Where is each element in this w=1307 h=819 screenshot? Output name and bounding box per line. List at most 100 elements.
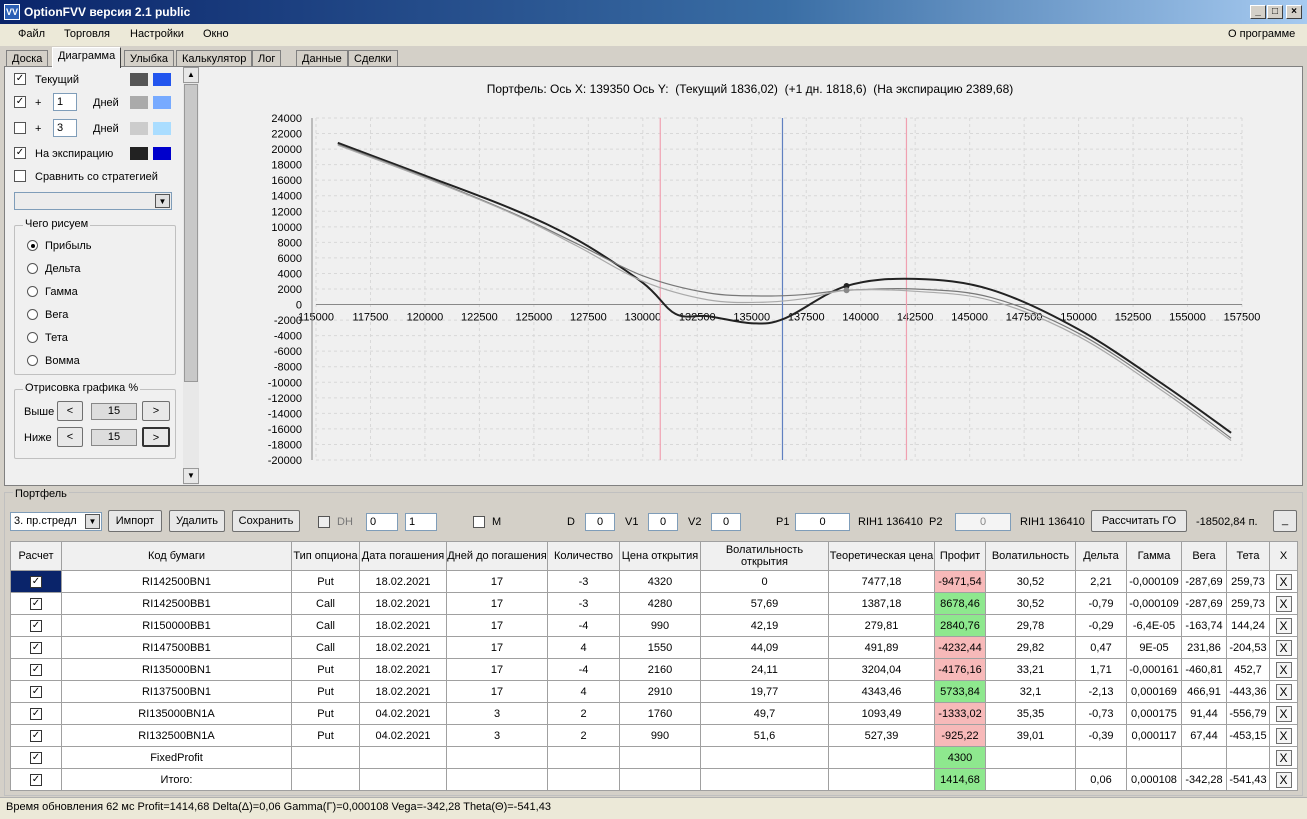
table-cell[interactable]: 2,21 <box>1075 570 1127 593</box>
column-header[interactable]: Дельта <box>1075 541 1127 571</box>
table-cell[interactable]: -460,81 <box>1181 658 1227 681</box>
table-cell[interactable]: -453,15 <box>1226 724 1270 747</box>
plus3-checkbox[interactable] <box>14 122 26 134</box>
table-cell[interactable]: 5733,84 <box>934 680 986 703</box>
table-row[interactable]: ✓ RI142500BB1 Call 18.02.2021 17 -3 4280 57,69 1… <box>10 592 1298 615</box>
table-row[interactable]: ✓ RI135000BN1A Put 04.02.2021 3 2 1760 49,7 1093… <box>10 702 1298 725</box>
table-cell[interactable]: -0,39 <box>1075 724 1127 747</box>
calc-checkbox[interactable]: ✓ <box>30 752 42 764</box>
table-cell[interactable]: -4 <box>547 614 620 637</box>
menu-file[interactable]: Файл <box>18 28 45 40</box>
table-cell[interactable]: 1760 <box>619 702 701 725</box>
table-row[interactable]: ✓ FixedProfit 4300 X <box>10 746 1298 769</box>
table-cell[interactable]: Итого: <box>61 768 292 791</box>
table-row[interactable]: ✓ RI132500BN1A Put 04.02.2021 3 2 990 51,6 527,3… <box>10 724 1298 747</box>
table-cell[interactable]: 0,000117 <box>1126 724 1182 747</box>
radio-profit[interactable] <box>27 240 38 251</box>
p2-input[interactable]: 0 <box>955 513 1011 531</box>
table-cell[interactable]: -0,79 <box>1075 592 1127 615</box>
table-cell[interactable] <box>985 746 1076 769</box>
calculate-margin-button[interactable]: Рассчитать ГО <box>1091 510 1187 532</box>
table-cell[interactable]: 18.02.2021 <box>359 658 447 681</box>
remove-cell[interactable]: X <box>1269 614 1298 637</box>
delete-button[interactable]: Удалить <box>169 510 225 532</box>
table-cell[interactable]: Call <box>291 614 360 637</box>
remove-cell[interactable]: X <box>1269 724 1298 747</box>
table-cell[interactable]: RI142500BB1 <box>61 592 292 615</box>
radio-gamma[interactable] <box>27 286 38 297</box>
calc-checkbox[interactable]: ✓ <box>30 598 42 610</box>
calc-cell[interactable]: ✓ <box>10 724 62 747</box>
table-cell[interactable] <box>291 768 360 791</box>
table-cell[interactable]: 39,01 <box>985 724 1076 747</box>
above-increase-button[interactable]: > <box>142 401 170 421</box>
table-cell[interactable] <box>828 746 935 769</box>
table-cell[interactable] <box>985 768 1076 791</box>
strategy-select[interactable]: 3. пр.стредл ▼ <box>10 512 102 531</box>
remove-row-button[interactable]: X <box>1275 727 1292 744</box>
table-cell[interactable] <box>359 768 447 791</box>
calc-checkbox[interactable]: ✓ <box>30 774 42 786</box>
settings-scrollbar[interactable]: ▲ ▼ <box>183 67 199 485</box>
table-cell[interactable]: 49,7 <box>700 702 829 725</box>
table-cell[interactable] <box>1126 746 1182 769</box>
table-cell[interactable]: RI147500BB1 <box>61 636 292 659</box>
m-checkbox[interactable] <box>473 516 485 528</box>
positions-table[interactable]: Расчет Код бумаги Тип опциона Дата погашени… <box>10 541 1298 791</box>
above-value[interactable]: 15 <box>91 403 137 420</box>
table-cell[interactable]: 17 <box>446 614 548 637</box>
calc-checkbox[interactable]: ✓ <box>30 642 42 654</box>
table-cell[interactable]: Put <box>291 724 360 747</box>
table-cell[interactable]: -342,28 <box>1181 768 1227 791</box>
table-cell[interactable]: 0,06 <box>1075 768 1127 791</box>
table-row[interactable]: ✓ RI150000BB1 Call 18.02.2021 17 -4 990 42,19 27… <box>10 614 1298 637</box>
table-cell[interactable]: -1333,02 <box>934 702 986 725</box>
column-header[interactable]: Профит <box>934 541 986 571</box>
chevron-down-icon[interactable]: ▼ <box>155 194 170 208</box>
column-header[interactable]: Код бумаги <box>61 541 292 571</box>
table-cell[interactable]: Put <box>291 680 360 703</box>
table-cell[interactable]: Put <box>291 658 360 681</box>
table-cell[interactable]: -4232,44 <box>934 636 986 659</box>
table-cell[interactable]: 33,21 <box>985 658 1076 681</box>
table-cell[interactable]: 2 <box>547 724 620 747</box>
column-header[interactable]: Дней до погашения <box>446 541 548 571</box>
table-cell[interactable]: 4 <box>547 636 620 659</box>
table-cell[interactable]: RI135000BN1A <box>61 702 292 725</box>
remove-cell[interactable]: X <box>1269 680 1298 703</box>
table-cell[interactable]: 18.02.2021 <box>359 570 447 593</box>
table-cell[interactable]: 452,7 <box>1226 658 1270 681</box>
column-header[interactable]: Волатильность открытия <box>700 541 829 571</box>
table-cell[interactable]: 4 <box>547 680 620 703</box>
table-cell[interactable]: 51,6 <box>700 724 829 747</box>
table-cell[interactable]: 3204,04 <box>828 658 935 681</box>
table-cell[interactable]: -0,000109 <box>1126 570 1182 593</box>
table-cell[interactable]: 17 <box>446 592 548 615</box>
table-cell[interactable]: Put <box>291 570 360 593</box>
table-cell[interactable]: 1414,68 <box>934 768 986 791</box>
calc-cell[interactable]: ✓ <box>10 746 62 769</box>
table-cell[interactable]: 18.02.2021 <box>359 614 447 637</box>
menu-trade[interactable]: Торговля <box>64 28 110 40</box>
collapse-button[interactable]: _ <box>1273 510 1297 532</box>
remove-row-button[interactable]: X <box>1275 617 1292 634</box>
column-header[interactable]: Вега <box>1181 541 1227 571</box>
table-cell[interactable]: -9471,54 <box>934 570 986 593</box>
table-cell[interactable] <box>828 768 935 791</box>
table-cell[interactable]: RI150000BB1 <box>61 614 292 637</box>
minimize-icon[interactable]: _ <box>1250 5 1266 19</box>
table-cell[interactable] <box>619 768 701 791</box>
remove-row-button[interactable]: X <box>1275 639 1292 656</box>
table-cell[interactable]: 1550 <box>619 636 701 659</box>
chevron-down-icon[interactable]: ▼ <box>85 514 100 529</box>
table-cell[interactable]: RI135000BN1 <box>61 658 292 681</box>
table-cell[interactable]: -541,43 <box>1226 768 1270 791</box>
table-cell[interactable]: 144,24 <box>1226 614 1270 637</box>
table-cell[interactable] <box>1181 746 1227 769</box>
table-cell[interactable]: -3 <box>547 592 620 615</box>
table-cell[interactable]: 1387,18 <box>828 592 935 615</box>
column-header[interactable]: Тип опциона <box>291 541 360 571</box>
table-cell[interactable]: 2160 <box>619 658 701 681</box>
remove-row-button[interactable]: X <box>1275 595 1292 612</box>
scroll-down-icon[interactable]: ▼ <box>183 468 199 484</box>
